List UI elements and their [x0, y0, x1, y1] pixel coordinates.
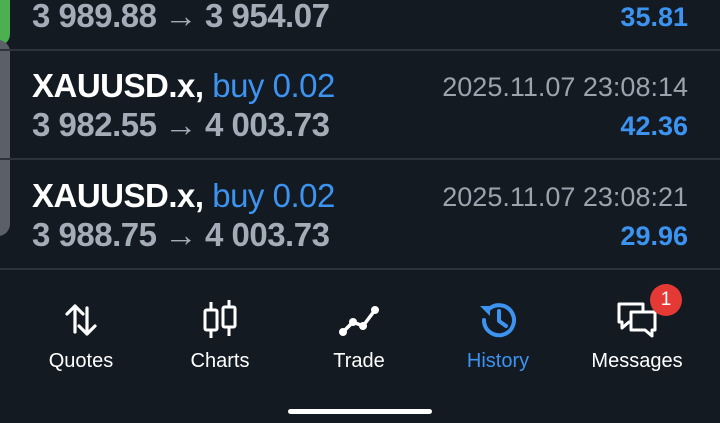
trade-time: 2025.11.07 23:08:14 — [442, 72, 688, 102]
arrow-right-icon: → — [164, 216, 197, 253]
nav-messages-label: Messages — [591, 350, 683, 372]
trade-row[interactable]: XAUUSD.x, buy 0.02 3 982.55 → 4 003.73 202… — [0, 49, 720, 160]
bottom-navigation: Quotes Charts Trade History Messages — [0, 270, 720, 423]
home-indicator[interactable] — [288, 409, 432, 414]
open-price: 3 989.88 — [32, 0, 157, 34]
close-price: 4 003.73 — [204, 106, 330, 143]
close-price: 3 954.07 — [204, 0, 330, 34]
nav-history[interactable]: History — [428, 296, 568, 386]
trade-profit: 42.36 — [620, 111, 688, 141]
trade-action: buy 0.02 — [212, 67, 335, 104]
nav-quotes-label: Quotes — [48, 350, 114, 372]
trade-profit: 29.96 — [620, 221, 688, 251]
arrow-right-icon: → — [164, 0, 197, 34]
symbol-name: XAUUSD.x, — [32, 177, 204, 214]
open-price: 3 982.55 — [32, 106, 157, 143]
history-clock-icon — [480, 303, 516, 338]
symbol-name: XAUUSD.x, — [32, 67, 204, 104]
candlestick-icon — [203, 300, 237, 338]
close-price: 4 003.73 — [204, 216, 330, 253]
nav-messages[interactable]: Messages — [567, 296, 707, 386]
trend-line-icon — [339, 306, 379, 336]
trade-symbol: XAUUSD.x, buy 0.02 — [32, 177, 335, 215]
trade-history-screen: 3 989.88 → 3 954.07 35.81 XAUUSD.x, buy 0.… — [0, 0, 720, 423]
trade-action: buy 0.02 — [212, 177, 335, 214]
nav-trade-label: Trade — [333, 350, 385, 372]
trade-prices: 3 988.75 → 4 003.73 — [32, 216, 330, 254]
nav-trade[interactable]: Trade — [289, 296, 429, 386]
trade-row[interactable]: 3 989.88 → 3 954.07 35.81 — [0, 0, 720, 51]
nav-history-label: History — [466, 350, 530, 372]
arrow-right-icon: → — [164, 106, 197, 143]
nav-charts[interactable]: Charts — [150, 296, 290, 386]
trade-prices: 3 989.88 → 3 954.07 — [32, 0, 330, 35]
trade-profit: 35.81 — [620, 2, 688, 32]
trade-row[interactable]: XAUUSD.x, buy 0.02 3 988.75 → 4 003.73 202… — [0, 159, 720, 270]
trade-symbol: XAUUSD.x, buy 0.02 — [32, 67, 335, 105]
open-price: 3 988.75 — [32, 216, 157, 253]
sort-arrows-icon — [65, 304, 97, 336]
nav-charts-label: Charts — [190, 350, 250, 372]
nav-quotes[interactable]: Quotes — [11, 296, 151, 386]
trade-time: 2025.11.07 23:08:21 — [442, 182, 688, 212]
messages-badge: 1 — [650, 284, 682, 316]
trade-prices: 3 982.55 → 4 003.73 — [32, 106, 330, 144]
